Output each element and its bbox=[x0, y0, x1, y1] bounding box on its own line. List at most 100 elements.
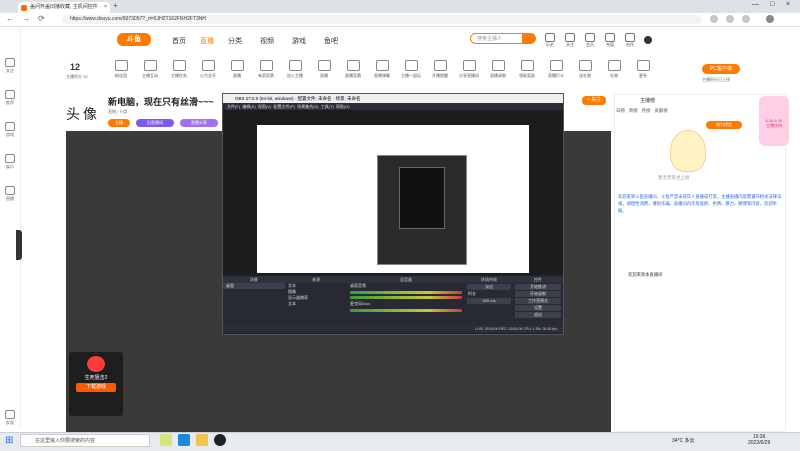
obs-window[interactable]: OBS 27.0.0 (64-bit, windows) · 配置文件: 未命名… bbox=[222, 93, 564, 335]
rank-tab[interactable]: 主播榜 bbox=[640, 97, 655, 104]
back-button[interactable]: ← bbox=[6, 14, 14, 23]
toolbar-item-16[interactable]: 直播打卡 bbox=[541, 60, 571, 79]
rank-tab-month[interactable]: 月榜 bbox=[642, 108, 651, 113]
toolbar-item-2[interactable]: 主播互动 bbox=[135, 60, 165, 79]
search-button[interactable] bbox=[522, 33, 536, 44]
promo-banner[interactable]: 6.28-6.30 主播扶持 bbox=[759, 96, 789, 146]
forward-button[interactable]: → bbox=[22, 14, 30, 23]
obs-menu-profile[interactable]: 配置文件(P) bbox=[274, 104, 295, 109]
new-tab-button[interactable]: + bbox=[113, 1, 118, 10]
toolbar-item-12[interactable]: 开播提醒 bbox=[425, 60, 455, 79]
taskbar-clock[interactable]: 15:36 2022/6/29 bbox=[748, 434, 770, 446]
edge-browser-icon[interactable] bbox=[178, 434, 190, 446]
toolbar-item-4[interactable]: 火力全开 bbox=[193, 60, 223, 79]
toolbar-item-13[interactable]: 分享直播间 bbox=[454, 60, 484, 79]
toolbar-item-7[interactable]: 加入主播 bbox=[280, 60, 310, 79]
obs-menu-view[interactable]: 视图(V) bbox=[258, 104, 271, 109]
douyu-logo[interactable]: 斗鱼 bbox=[117, 33, 151, 46]
obs-source-item[interactable]: 文本 bbox=[285, 301, 347, 307]
maximize-button[interactable]: □ bbox=[770, 1, 774, 8]
header-history[interactable]: 历史 bbox=[542, 33, 558, 48]
room-tag-0[interactable]: 主播 bbox=[108, 119, 130, 127]
header-follow[interactable]: 关注 bbox=[562, 33, 578, 48]
obs-start-streaming-button[interactable]: 开始推流 bbox=[515, 284, 561, 290]
obs-scene-item[interactable]: 桌面 bbox=[223, 283, 285, 289]
toolbar-item-5[interactable]: 直播 bbox=[222, 60, 252, 79]
obs-menu-tools[interactable]: 工具(T) bbox=[321, 104, 334, 109]
toolbar-item-10[interactable]: 直播弹幕 bbox=[367, 60, 397, 79]
taskbar-search-input[interactable]: 在这里输入你要搜索的内容 bbox=[20, 434, 150, 447]
obs-app-icon[interactable] bbox=[214, 434, 226, 446]
sidebar-item-2[interactable]: 游戏 bbox=[0, 122, 20, 138]
nav-item-video[interactable]: 视频 bbox=[260, 36, 274, 46]
toolbar-item-label: 有奖投票 bbox=[258, 73, 274, 78]
nav-item-home[interactable]: 首页 bbox=[172, 36, 186, 46]
header-vip[interactable]: 会员 bbox=[582, 33, 598, 48]
room-meta: 直播 | 分类 bbox=[108, 109, 128, 114]
obs-menu-help[interactable]: 帮助(H) bbox=[336, 104, 350, 109]
pc-client-link[interactable]: 主播积分已上线 bbox=[702, 77, 730, 83]
profile-avatar-icon[interactable] bbox=[766, 15, 774, 23]
toolbar-item-8[interactable]: 直播 bbox=[309, 60, 339, 79]
download-game-button[interactable]: 下载游戏 bbox=[76, 383, 116, 392]
weather-status[interactable]: 34°C 多云 bbox=[672, 437, 695, 444]
browser-tab[interactable]: 盖问怀盖旧播收藏, 主机间控件 × bbox=[18, 2, 110, 13]
rank-top-button[interactable]: 成为榜首 bbox=[706, 121, 742, 129]
game-promo-card[interactable]: 生死狙击2 下载游戏 bbox=[69, 352, 123, 416]
system-notice: 欢迎来到斗鱼直播间，斗鱼严禁未成年人直播或打赏。主播直播内容需遵守相关法律法规，… bbox=[618, 194, 782, 213]
reload-button[interactable]: ⟳ bbox=[38, 14, 45, 23]
room-tag-1[interactable]: 旧直播间 bbox=[136, 119, 174, 127]
toolbar-item-1[interactable]: 粉丝团 bbox=[106, 60, 136, 79]
obs-menu-file[interactable]: 文件(F) bbox=[227, 104, 240, 109]
header-create[interactable]: 创作 bbox=[622, 33, 638, 48]
obs-exit-button[interactable]: 退出 bbox=[515, 312, 561, 318]
obs-studio-mode-button[interactable]: 工作室模式 bbox=[515, 298, 561, 304]
extensions-icon[interactable] bbox=[742, 15, 750, 23]
pc-client-button[interactable]: PC客户端 bbox=[702, 64, 740, 74]
nav-item-live[interactable]: 直播 bbox=[200, 36, 214, 46]
collections-icon[interactable] bbox=[726, 15, 734, 23]
rank-tab-week[interactable]: 周榜 bbox=[629, 108, 638, 113]
obs-settings-button[interactable]: 设置 bbox=[515, 305, 561, 311]
sidebar-collapse-handle[interactable] bbox=[16, 230, 22, 260]
taskbar-app-widget-icon[interactable] bbox=[160, 434, 172, 446]
obs-duration-input[interactable]: 300 ms bbox=[467, 298, 511, 304]
sidebar-item-3[interactable]: 娱乐 bbox=[0, 154, 20, 170]
nav-item-category[interactable]: 分类 bbox=[228, 36, 242, 46]
file-explorer-icon[interactable] bbox=[196, 434, 208, 446]
rank-sub[interactable]: 贡献榜 bbox=[654, 108, 668, 113]
header-recharge[interactable]: 充值 bbox=[602, 33, 618, 48]
rank-tab-day[interactable]: 日榜 bbox=[616, 108, 625, 113]
url-input[interactable]: https://www.douyu.com/9973057?_rt=5JH2T1… bbox=[62, 15, 702, 24]
sidebar-item-1[interactable]: 推荐 bbox=[0, 90, 20, 106]
close-window-button[interactable]: × bbox=[786, 1, 790, 8]
toolbar-item-3[interactable]: 主播任务 bbox=[164, 60, 194, 79]
toolbar-item-19[interactable]: 更多 bbox=[628, 60, 658, 79]
obs-menu-scene-collection[interactable]: 场景集合(S) bbox=[297, 104, 318, 109]
nav-item-games[interactable]: 游戏 bbox=[292, 36, 306, 46]
game-logo-icon bbox=[87, 356, 105, 372]
sidebar-item-5[interactable]: 发现 bbox=[0, 410, 20, 426]
follow-button[interactable]: + 关注 bbox=[582, 96, 606, 105]
user-avatar[interactable] bbox=[644, 36, 652, 44]
minimize-button[interactable]: — bbox=[752, 1, 759, 8]
nav-item-yuba[interactable]: 鱼吧 bbox=[324, 36, 338, 46]
toolbar-item-9[interactable]: 直播竞猜 bbox=[338, 60, 368, 79]
room-tag-2[interactable]: 直播分享 bbox=[180, 119, 218, 127]
obs-transition-select[interactable]: 淡出 bbox=[467, 284, 511, 290]
obs-preview[interactable] bbox=[223, 110, 563, 274]
toolbar-item-15[interactable]: 领取奖励 bbox=[512, 60, 542, 79]
site-search-input[interactable]: 搜索主播人 bbox=[470, 33, 528, 44]
toolbar-item-14[interactable]: 直播录制 bbox=[483, 60, 513, 79]
obs-start-recording-button[interactable]: 开始录制 bbox=[515, 291, 561, 297]
toolbar-item-18[interactable]: 礼物 bbox=[599, 60, 629, 79]
tab-close-icon[interactable]: × bbox=[104, 2, 107, 13]
toolbar-item-17[interactable]: 送礼物 bbox=[570, 60, 600, 79]
toolbar-item-11[interactable]: 主播一起玩 bbox=[396, 60, 426, 79]
windows-start-icon[interactable]: ⊞ bbox=[5, 435, 13, 446]
obs-menu-edit[interactable]: 编辑(E) bbox=[242, 104, 255, 109]
favorites-icon[interactable] bbox=[710, 15, 718, 23]
sidebar-item-4[interactable]: 直播 bbox=[0, 186, 20, 202]
sidebar-item-0[interactable]: 关注 bbox=[0, 58, 20, 74]
toolbar-item-6[interactable]: 有奖投票 bbox=[251, 60, 281, 79]
